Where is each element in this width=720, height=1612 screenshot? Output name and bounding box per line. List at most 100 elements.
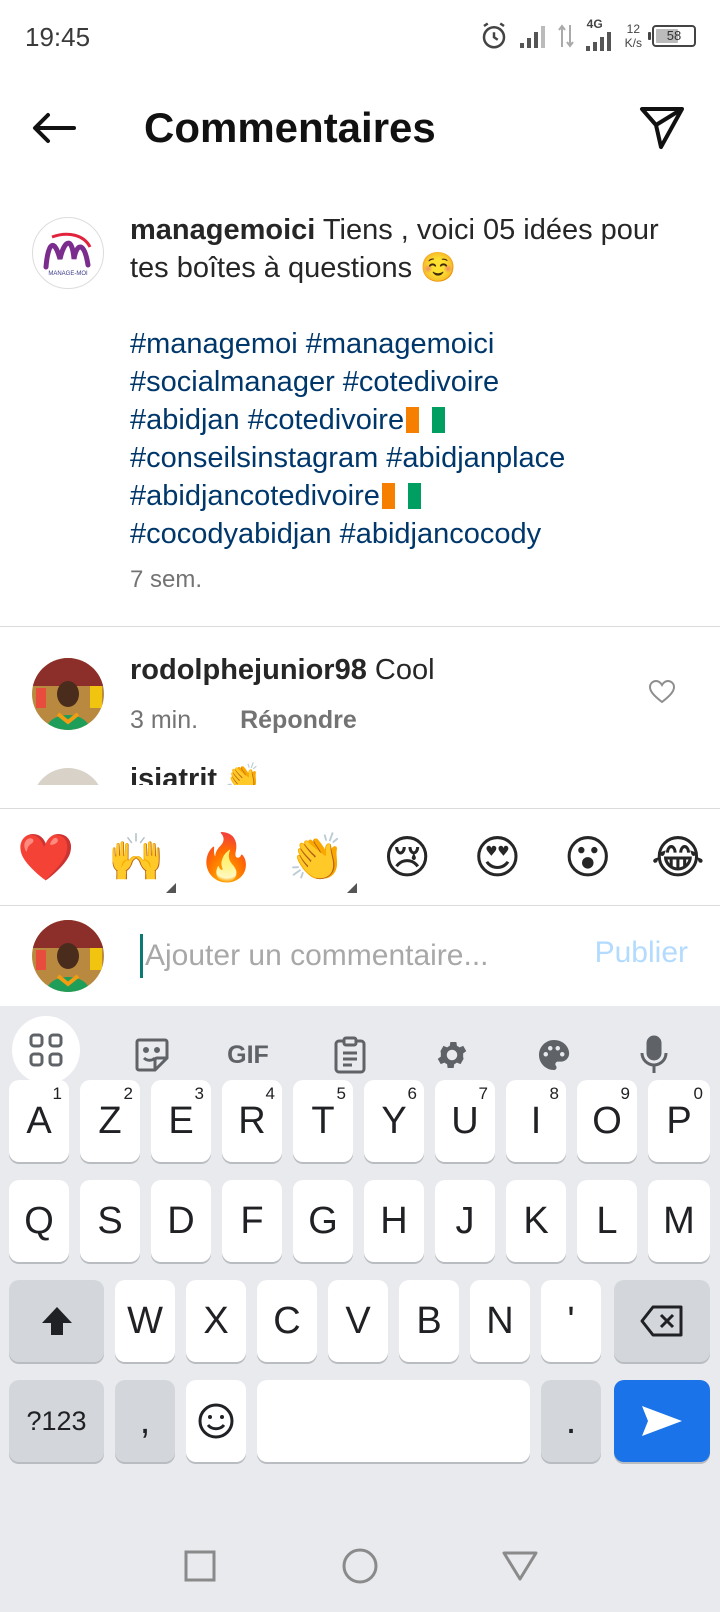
logo-text: MANAGE-MOI — [48, 271, 88, 277]
recent-apps-button[interactable] — [178, 1544, 222, 1588]
emoji-key[interactable] — [186, 1380, 246, 1462]
key-m[interactable]: M — [648, 1180, 710, 1262]
status-icons: 4G 12 K/s 58 — [479, 17, 696, 54]
reaction-surprised-face[interactable]: 😮 — [558, 827, 618, 887]
key-s[interactable]: S — [80, 1180, 140, 1262]
reaction-heart-eyes[interactable]: 😍 — [467, 827, 527, 887]
settings-button[interactable] — [418, 1024, 486, 1086]
space-key[interactable] — [257, 1380, 530, 1462]
next-commenter-avatar[interactable] — [32, 768, 104, 785]
key-j[interactable]: J — [435, 1180, 495, 1262]
voice-input-button[interactable] — [620, 1024, 688, 1086]
hashtag-text[interactable]: #abidjancotedivoire — [130, 480, 380, 512]
theme-button[interactable] — [520, 1024, 588, 1086]
gif-button[interactable]: GIF — [214, 1024, 282, 1086]
hashtag-line[interactable]: #abidjancotedivoire — [130, 477, 700, 515]
system-nav-bar — [0, 1520, 720, 1612]
hashtag-line[interactable]: #abidjan #cotedivoire — [130, 401, 700, 439]
hashtag-line[interactable]: #conseilsinstagram #abidjanplace — [130, 439, 700, 477]
key-f[interactable]: F — [222, 1180, 282, 1262]
post-author-avatar[interactable]: MANAGE-MOI — [32, 217, 104, 289]
heart-icon — [649, 680, 675, 704]
key-w[interactable]: W — [115, 1280, 175, 1362]
key-apostrophe[interactable]: ' — [541, 1280, 601, 1362]
key-z[interactable]: Z2 — [80, 1080, 140, 1162]
key-hint: 3 — [194, 1084, 204, 1103]
caption-body: managemoici Tiens , voici 05 idées pour … — [130, 211, 700, 599]
comment-item: rodolphejunior98 Cool 3 min. Répondre is… — [0, 640, 720, 785]
send-arrow-icon — [642, 1406, 682, 1436]
reaction-emoji: 👏 — [288, 830, 346, 884]
key-t[interactable]: T5 — [293, 1080, 353, 1162]
hashtag-line[interactable]: #cocodyabidjan #abidjancocody — [130, 515, 700, 553]
shift-arrow-icon — [41, 1307, 72, 1335]
comment-body: Cool — [366, 654, 435, 686]
key-a[interactable]: A1 — [9, 1080, 69, 1162]
key-e[interactable]: E3 — [151, 1080, 211, 1162]
comment-composer: Publier — [0, 906, 720, 1006]
hashtag-text[interactable]: #abidjan #cotedivoire — [130, 404, 404, 436]
like-comment-button[interactable] — [646, 676, 678, 708]
send-key[interactable] — [614, 1380, 710, 1462]
sticker-button[interactable] — [118, 1024, 186, 1086]
key-y[interactable]: Y6 — [364, 1080, 424, 1162]
backspace-key[interactable] — [614, 1280, 710, 1362]
comment-input[interactable] — [140, 934, 540, 978]
key-i[interactable]: I8 — [506, 1080, 566, 1162]
paper-plane-icon — [640, 107, 684, 149]
key-g[interactable]: G — [293, 1180, 353, 1262]
reaction-clapping-hands[interactable]: 👏 — [287, 827, 357, 893]
key-o[interactable]: O9 — [577, 1080, 637, 1162]
sticker-icon — [135, 1038, 169, 1072]
period-key[interactable]: . — [541, 1380, 601, 1462]
key-hint: 2 — [123, 1084, 133, 1103]
publish-button[interactable]: Publier — [595, 936, 688, 970]
reaction-heart[interactable]: ❤️ — [16, 827, 76, 887]
signal-4g-icon: 4G — [585, 17, 615, 51]
hashtag-line[interactable]: #managemoi #managemoici — [130, 325, 700, 363]
data-transfer-icon — [557, 24, 574, 48]
key-label: T — [311, 1099, 335, 1142]
key-b[interactable]: B — [399, 1280, 459, 1362]
reply-button[interactable]: Répondre — [240, 706, 357, 735]
reaction-tears-of-joy[interactable]: 😂 — [648, 827, 708, 887]
hashtag-list: #managemoi #managemoici #socialmanager #… — [130, 325, 700, 553]
key-c[interactable]: C — [257, 1280, 317, 1362]
post-username[interactable]: managemoici — [130, 214, 315, 246]
key-hint: 6 — [407, 1084, 417, 1103]
key-p[interactable]: P0 — [648, 1080, 710, 1162]
commenter-avatar[interactable] — [32, 658, 104, 730]
key-hint: 5 — [336, 1084, 346, 1103]
comma-key[interactable]: , — [115, 1380, 175, 1462]
key-hint: 7 — [478, 1084, 488, 1103]
shift-key[interactable] — [9, 1280, 104, 1362]
hashtag-line[interactable]: #socialmanager #cotedivoire — [130, 363, 700, 401]
home-button[interactable] — [338, 1544, 382, 1588]
key-n[interactable]: N — [470, 1280, 530, 1362]
reaction-fire[interactable]: 🔥 — [197, 827, 257, 887]
key-h[interactable]: H — [364, 1180, 424, 1262]
key-u[interactable]: U7 — [435, 1080, 495, 1162]
skin-tone-indicator-icon — [346, 883, 357, 893]
key-v[interactable]: V — [328, 1280, 388, 1362]
back-nav-button[interactable] — [498, 1544, 542, 1588]
comment-username[interactable]: rodolphejunior98 — [130, 654, 367, 686]
reaction-crying-face[interactable]: 😢 — [377, 827, 437, 887]
network-label: 4G — [586, 17, 603, 31]
back-button[interactable] — [24, 100, 84, 156]
key-q[interactable]: Q — [9, 1180, 69, 1262]
key-k[interactable]: K — [506, 1180, 566, 1262]
key-d[interactable]: D — [151, 1180, 211, 1262]
clipboard-button[interactable] — [316, 1024, 384, 1086]
grid-icon — [29, 1033, 63, 1067]
key-x[interactable]: X — [186, 1280, 246, 1362]
share-button[interactable] — [632, 100, 692, 156]
square-icon — [184, 1550, 216, 1582]
key-l[interactable]: L — [577, 1180, 637, 1262]
clipboard-icon — [334, 1036, 366, 1074]
next-comment-username[interactable]: isiatrit 👏 — [130, 762, 261, 785]
reaction-raising-hands[interactable]: 🙌 — [106, 827, 177, 893]
symbols-key[interactable]: ?123 — [9, 1380, 104, 1462]
key-r[interactable]: R4 — [222, 1080, 282, 1162]
apps-grid-button[interactable] — [12, 1016, 80, 1084]
